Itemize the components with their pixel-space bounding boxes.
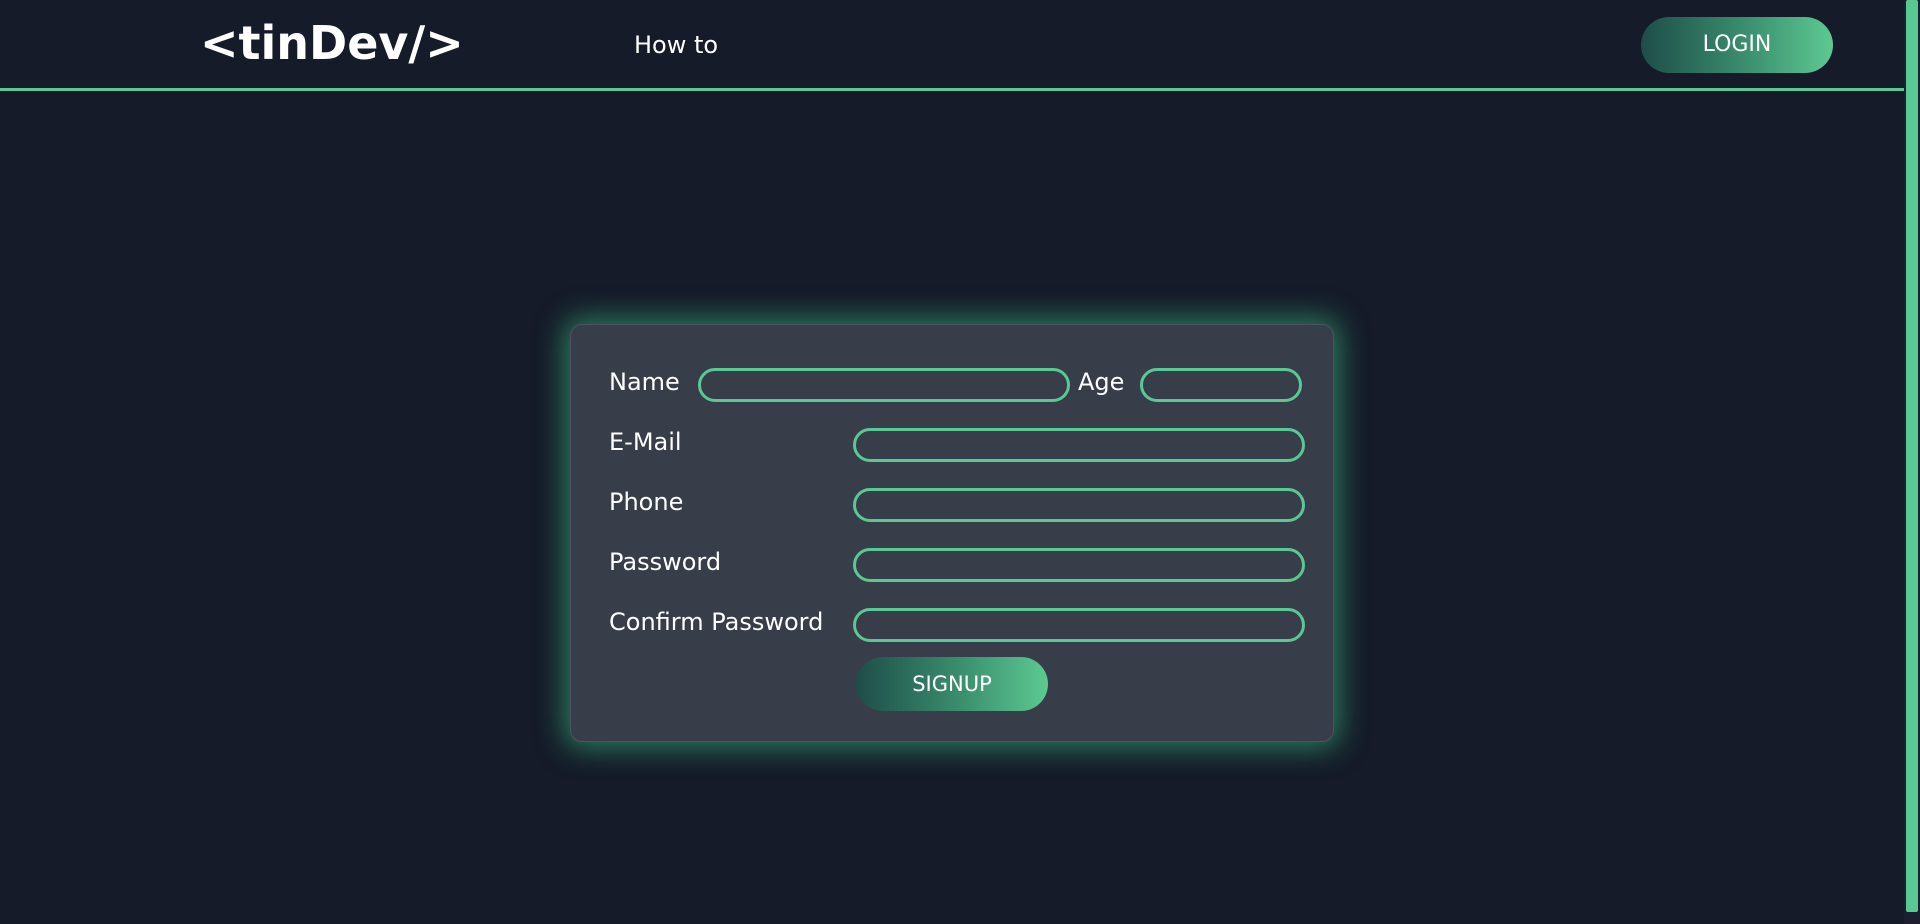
signup-page: <tinDev/> How to LOGIN Name Age E-Mail P…	[0, 0, 1920, 924]
email-label: E-Mail	[609, 428, 682, 456]
login-button[interactable]: LOGIN	[1641, 17, 1833, 73]
age-input[interactable]	[1140, 368, 1302, 402]
age-label: Age	[1078, 368, 1125, 396]
nav-link-how-to[interactable]: How to	[634, 28, 718, 62]
confirm-password-label: Confirm Password	[609, 608, 824, 636]
navbar: <tinDev/> How to LOGIN	[0, 0, 1904, 91]
phone-input[interactable]	[853, 488, 1305, 522]
phone-label: Phone	[609, 488, 684, 516]
name-input[interactable]	[698, 368, 1070, 402]
vertical-scrollbar[interactable]	[1904, 0, 1920, 924]
email-input[interactable]	[853, 428, 1305, 462]
name-label: Name	[609, 368, 680, 396]
password-input[interactable]	[853, 548, 1305, 582]
scrollbar-thumb[interactable]	[1906, 0, 1918, 912]
confirm-password-input[interactable]	[853, 608, 1305, 642]
logo[interactable]: <tinDev/>	[200, 14, 464, 72]
password-label: Password	[609, 548, 722, 576]
signup-button[interactable]: SIGNUP	[856, 657, 1048, 711]
signup-form-card: Name Age E-Mail Phone Password Confirm P…	[570, 324, 1334, 742]
